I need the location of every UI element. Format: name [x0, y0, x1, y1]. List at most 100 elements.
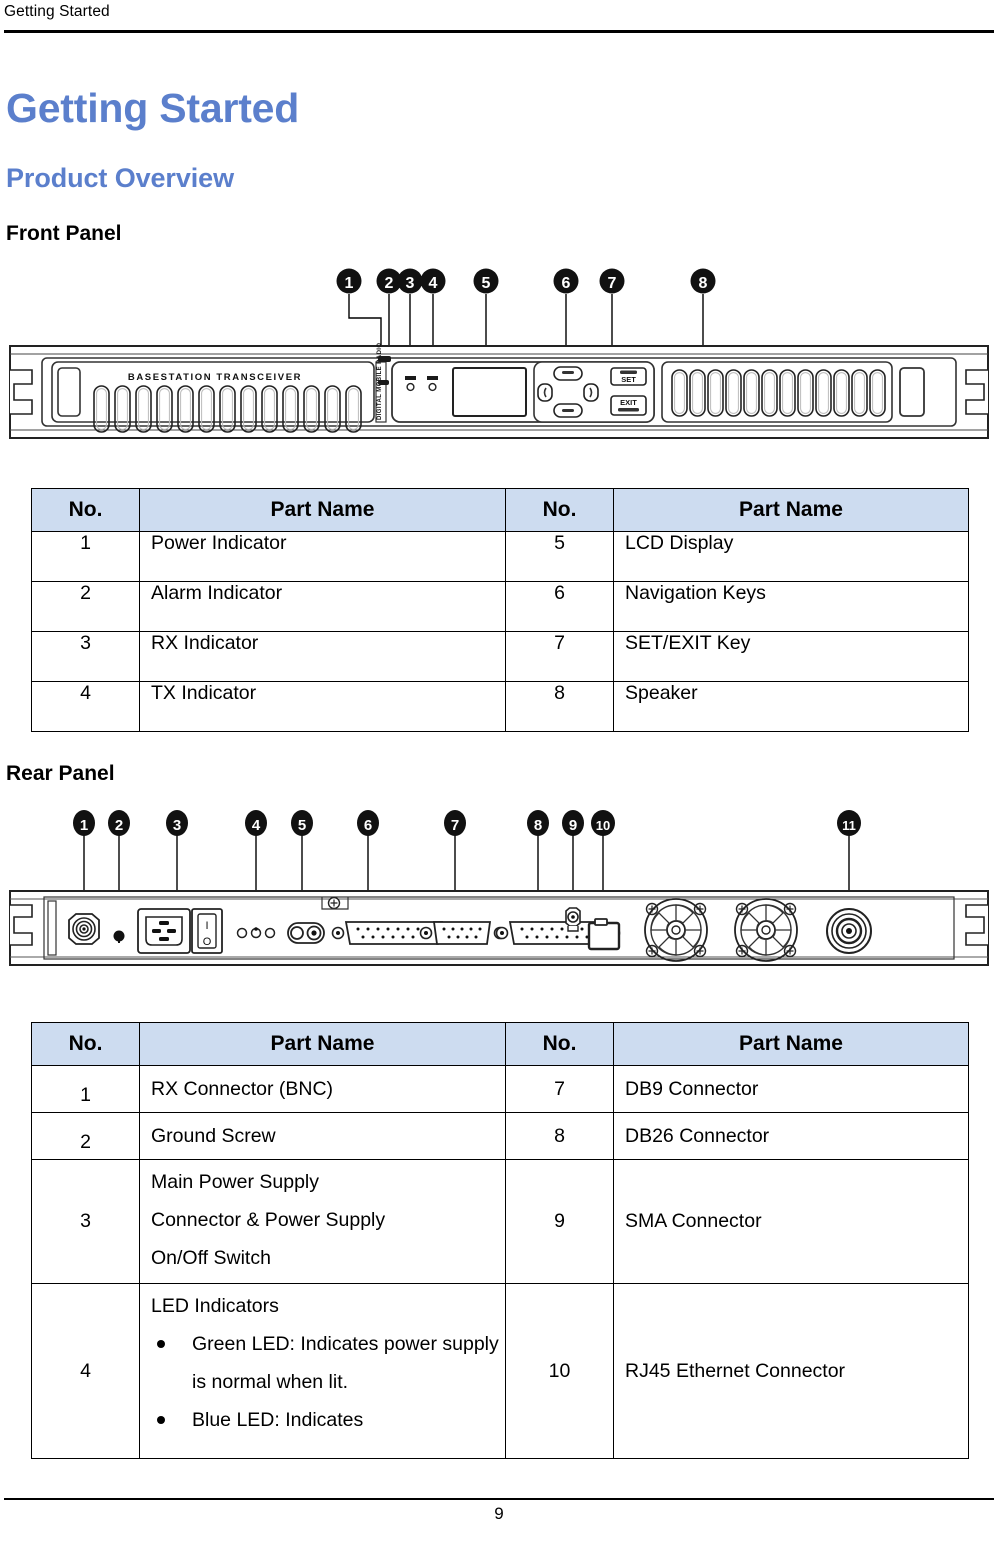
cooling-fan-2 [734, 898, 798, 962]
tx-antenna-connector [826, 908, 872, 954]
column-header-no-left: No. [31, 488, 140, 532]
front-left-vent-panel: BASESTATION TRANSCEIVER [51, 361, 375, 433]
table-row: 3 RX Indicator 7 SET/EXIT Key [31, 631, 969, 682]
column-header-no-right: No. [505, 1022, 614, 1066]
switch-on-label: I [205, 920, 208, 932]
column-header-name-right: Part Name [613, 1022, 969, 1066]
part-name: Speaker [613, 681, 969, 732]
part-name: DB26 Connector [613, 1112, 969, 1160]
list-item-label: Green LED: Indicates power supply is nor… [192, 1333, 499, 1393]
rear-callout-1: 1 [80, 817, 88, 834]
front-callout-6: 6 [562, 275, 571, 292]
footer-rule [4, 1498, 994, 1500]
column-header-no-left: No. [31, 1022, 140, 1066]
rear-callout-6: 6 [364, 817, 372, 834]
switch-off-label: O [203, 936, 212, 948]
row-number: 3 [31, 631, 140, 682]
part-name: RJ45 Ethernet Connector [613, 1283, 969, 1459]
front-callout-3: 3 [406, 275, 415, 292]
rear-callout-10: 10 [596, 818, 610, 833]
row-number: 4 [31, 681, 140, 732]
row-number: 1 [31, 1065, 140, 1113]
row-number: 8 [505, 681, 614, 732]
row-number: 10 [505, 1283, 614, 1459]
table-row: 3 Main Power Supply Connector & Power Su… [31, 1159, 969, 1284]
front-keypad-plate: SET EXIT [533, 361, 655, 423]
part-name-line: On/Off Switch [151, 1247, 271, 1269]
part-name: RX Indicator [139, 631, 506, 682]
rear-callout-8: 8 [534, 817, 542, 834]
front-callout-2: 2 [385, 275, 394, 292]
front-device-label: BASESTATION TRANSCEIVER [128, 372, 302, 383]
list-item: Blue LED: Indicates [151, 1401, 505, 1439]
front-callout-1: 1 [345, 275, 354, 292]
part-name: LED Indicators Green LED: Indicates powe… [139, 1283, 506, 1459]
row-number: 5 [505, 531, 614, 582]
table-row: 4 TX Indicator 8 Speaker [31, 681, 969, 732]
rear-panel-parts-table: No. Part Name No. Part Name 1 RX Connect… [31, 1022, 969, 1459]
rx-bnc-connector [68, 913, 100, 945]
table-header-row: No. Part Name No. Part Name [31, 488, 969, 532]
table-row: 2 Alarm Indicator 6 Navigation Keys [31, 581, 969, 632]
set-key-label: SET [621, 375, 636, 384]
table-row: 4 LED Indicators Green LED: Indicates po… [31, 1283, 969, 1459]
part-name: SET/EXIT Key [613, 631, 969, 682]
led-bullet-list: Green LED: Indicates power supply is nor… [151, 1325, 505, 1439]
row-number: 9 [505, 1159, 614, 1284]
rj45-ethernet-connector [587, 918, 621, 951]
cooling-fan-1 [644, 898, 708, 962]
power-on-off-switch: I O [191, 908, 223, 954]
row-number: 7 [505, 1065, 614, 1113]
part-name: DB9 Connector [613, 1065, 969, 1113]
front-panel-parts-table: No. Part Name No. Part Name 1 Power Indi… [31, 488, 969, 732]
rear-callout-11: 11 [842, 818, 856, 833]
row-number: 8 [505, 1112, 614, 1160]
table-row: 1 Power Indicator 5 LCD Display [31, 531, 969, 582]
rear-callout-7: 7 [451, 817, 459, 834]
front-panel-diagram: 1 2 3 4 5 6 7 8 BASESTATION TRANSCEIVER … [0, 258, 998, 448]
rear-callout-2: 2 [115, 817, 123, 834]
section-heading-product-overview: Product Overview [6, 163, 234, 193]
front-callout-4: 4 [429, 275, 438, 292]
part-name: Ground Screw [139, 1112, 506, 1160]
sma-connector-group [287, 922, 325, 944]
sma-connector [565, 907, 581, 932]
row-number: 1 [31, 531, 140, 582]
column-header-name-left: Part Name [139, 1022, 506, 1066]
part-name-line: Connector & Power Supply [151, 1209, 386, 1231]
table-row: 2 Ground Screw 8 DB26 Connector [31, 1112, 969, 1160]
part-name-line: Main Power Supply [151, 1171, 319, 1193]
column-header-name-right: Part Name [613, 488, 969, 532]
set-key: SET [610, 367, 647, 386]
part-name: Power Indicator [139, 531, 506, 582]
part-name: Alarm Indicator [139, 581, 506, 632]
speaker-grille [661, 361, 925, 423]
list-item: Green LED: Indicates power supply is nor… [151, 1325, 505, 1401]
rear-callout-9: 9 [569, 817, 577, 834]
row-number: 7 [505, 631, 614, 682]
running-header-text: Getting Started [4, 3, 110, 20]
bullet-icon [157, 1416, 165, 1424]
front-callout-8: 8 [699, 275, 708, 292]
table-row: 1 RX Connector (BNC) 7 DB9 Connector [31, 1065, 969, 1113]
rear-callout-3: 3 [173, 817, 181, 834]
chassis-screw-left [327, 896, 341, 910]
row-number: 2 [31, 581, 140, 632]
rear-callout-5: 5 [298, 817, 306, 834]
part-name: Main Power Supply Connector & Power Supp… [139, 1159, 506, 1284]
subsection-heading-front-panel: Front Panel [6, 222, 122, 245]
bullet-icon [157, 1340, 165, 1348]
exit-key-label: EXIT [620, 398, 637, 407]
running-header: Getting Started [0, 0, 998, 34]
page-number: 9 [494, 1504, 504, 1523]
row-number: 2 [31, 1112, 140, 1160]
page-title: Getting Started [6, 85, 300, 131]
exit-key: EXIT [610, 395, 647, 416]
part-name: TX Indicator [139, 681, 506, 732]
row-number: 4 [31, 1283, 140, 1459]
power-indicator-led [378, 356, 391, 362]
part-name: Navigation Keys [613, 581, 969, 632]
lcd-display [452, 367, 527, 417]
part-name: LCD Display [613, 531, 969, 582]
table-header-row: No. Part Name No. Part Name [31, 1022, 969, 1066]
